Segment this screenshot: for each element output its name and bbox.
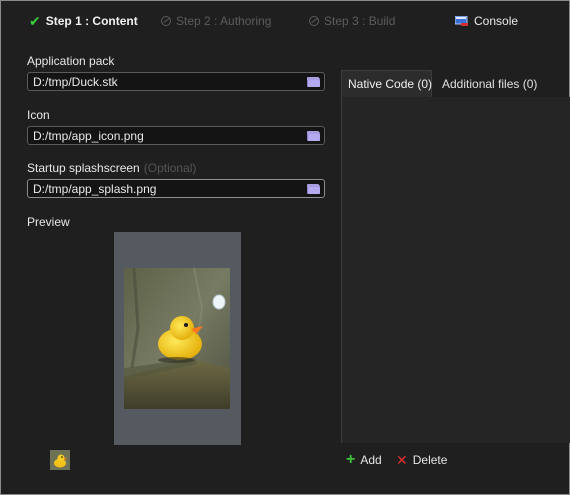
step-label: Step 2 : Authoring [176,14,272,28]
splash-label-text: Startup splashscreen [27,161,140,175]
app-pack-field[interactable] [27,72,325,91]
delete-label: Delete [412,453,448,467]
icon-label: Icon [27,108,50,122]
delete-icon: ✕ [396,452,408,468]
native-code-list [341,97,570,443]
add-button[interactable]: + Add [346,451,382,468]
splash-preview-image [124,268,230,409]
step-authoring[interactable]: Step 2 : Authoring [161,14,271,28]
checkmark-icon: ✔ [29,13,41,29]
app-pack-label: Application pack [27,54,115,68]
folder-icon[interactable] [307,130,320,141]
delete-button[interactable]: ✕ Delete [396,453,447,467]
console-icon [455,15,468,26]
add-label: Add [360,453,382,467]
duck-icon [50,450,70,470]
splash-thumbnail[interactable] [50,450,70,470]
icon-input[interactable] [28,127,307,144]
tab-native-code[interactable]: Native Code (0) [341,70,432,97]
splash-label: Startup splashscreen (Optional) [27,161,196,175]
console-label: Console [474,14,519,28]
step-content[interactable]: ✔ Step 1 : Content [29,14,138,28]
step-build[interactable]: Step 3 : Build [309,14,395,28]
splash-field[interactable] [27,179,325,198]
disabled-icon [309,16,319,26]
optional-hint: (Optional) [143,161,197,175]
wizard-steps: ✔ Step 1 : Content Step 2 : Authoring St… [1,1,569,41]
splash-input[interactable] [28,180,307,197]
disabled-icon [161,16,171,26]
app-pack-input[interactable] [28,73,307,90]
folder-icon[interactable] [307,183,320,194]
icon-field[interactable] [27,126,325,145]
step-label: Step 3 : Build [324,14,396,28]
folder-icon[interactable] [307,76,320,87]
console-button[interactable]: Console [455,14,518,28]
plus-icon: + [346,451,356,468]
step-label: Step 1 : Content [45,14,138,28]
preview-label: Preview [27,215,70,229]
app-window: ✔ Step 1 : Content Step 2 : Authoring St… [0,0,570,495]
tab-additional-files[interactable]: Additional files (0) [436,70,543,97]
